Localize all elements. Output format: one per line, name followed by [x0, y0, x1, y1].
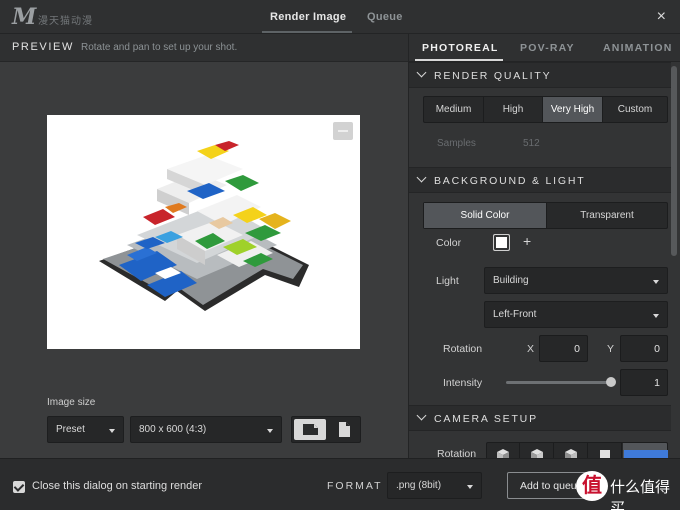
light-dropdown[interactable]: Building [484, 267, 668, 294]
color-swatch[interactable] [493, 234, 510, 251]
quality-medium-button[interactable]: Medium [424, 97, 484, 122]
render-button-edge[interactable] [624, 450, 668, 458]
section-render-quality[interactable]: RENDER QUALITY [409, 62, 671, 88]
solid-color-button[interactable]: Solid Color [424, 203, 547, 228]
watermark-logo: M 漫天猫动漫 [12, 4, 112, 30]
close-on-start-label[interactable]: Close this dialog on starting render [32, 480, 202, 492]
chevron-down-icon [109, 429, 115, 433]
intensity-label: Intensity [443, 377, 483, 389]
active-tab-indicator [415, 59, 503, 61]
preset-value: Preset [56, 424, 85, 435]
intensity-slider-handle[interactable] [606, 377, 616, 387]
settings-panel: PHOTOREAL POV-RAY ANIMATION RENDER QUALI… [408, 34, 680, 466]
add-color-icon[interactable]: + [523, 233, 531, 249]
quality-selector: Medium High Very High Custom [423, 96, 668, 123]
scrollbar-thumb[interactable] [671, 66, 677, 256]
footer-bar: Close this dialog on starting render FOR… [0, 458, 680, 510]
section-title: BACKGROUND & LIGHT [434, 175, 586, 187]
x-label: X [527, 343, 535, 355]
section-camera-setup[interactable]: CAMERA SETUP [409, 405, 671, 431]
tab-photoreal[interactable]: PHOTOREAL [422, 42, 499, 54]
section-title: CAMERA SETUP [434, 413, 538, 425]
chevron-down-icon [267, 429, 273, 433]
active-tab-indicator [262, 31, 352, 33]
render-preview-canvas[interactable] [47, 115, 360, 349]
chevron-down-icon [416, 172, 427, 183]
chevron-down-icon [416, 410, 427, 421]
light-direction-value: Left-Front [493, 309, 537, 320]
section-title: RENDER QUALITY [434, 70, 552, 82]
section-background-light[interactable]: BACKGROUND & LIGHT [409, 167, 671, 193]
tab-render-image[interactable]: Render Image [270, 11, 346, 23]
panel-scrollbar[interactable] [671, 64, 677, 456]
preview-area[interactable]: Image size Preset 800 x 600 (4:3) [0, 62, 408, 458]
format-value: .png (8bit) [396, 480, 442, 491]
landscape-button[interactable] [294, 419, 326, 440]
format-label: FORMAT [327, 480, 383, 492]
chevron-down-icon [416, 67, 427, 78]
title-bar: M 漫天猫动漫 Render Image Queue × [0, 0, 680, 34]
rotation-y-input[interactable]: 0 [620, 335, 668, 362]
samples-label: Samples [437, 138, 476, 149]
resolution-dropdown[interactable]: 800 x 600 (4:3) [130, 416, 282, 443]
portrait-page-icon [339, 422, 350, 437]
close-icon[interactable]: × [657, 8, 666, 26]
preview-toggle-button[interactable] [333, 122, 353, 140]
tab-pov-ray[interactable]: POV-RAY [520, 42, 575, 54]
preset-dropdown[interactable]: Preset [47, 416, 124, 443]
resolution-value: 800 x 600 (4:3) [139, 424, 207, 435]
transparent-button[interactable]: Transparent [547, 203, 667, 228]
chevron-down-icon [653, 280, 659, 284]
portrait-button[interactable] [328, 419, 360, 440]
orientation-toggle [291, 416, 361, 443]
logo-letter: M [12, 4, 37, 30]
chevron-down-icon [653, 314, 659, 318]
light-direction-dropdown[interactable]: Left-Front [484, 301, 668, 328]
quality-very-high-button[interactable]: Very High [543, 97, 603, 122]
light-label: Light [436, 275, 459, 287]
background-selector: Solid Color Transparent [423, 202, 668, 229]
close-on-start-checkbox[interactable] [13, 481, 25, 493]
quality-high-button[interactable]: High [484, 97, 543, 122]
quality-custom-button[interactable]: Custom [603, 97, 667, 122]
format-dropdown[interactable]: .png (8bit) [387, 472, 482, 499]
color-label: Color [436, 237, 462, 249]
preview-hint: Rotate and pan to set up your shot. [81, 42, 238, 53]
preview-header: PREVIEW Rotate and pan to set up your sh… [0, 34, 408, 62]
samples-value: 512 [523, 138, 540, 149]
chevron-down-icon [467, 485, 473, 489]
light-value: Building [493, 275, 529, 286]
tab-queue[interactable]: Queue [367, 11, 403, 23]
landscape-page-icon [303, 424, 318, 435]
rotation-label: Rotation [443, 343, 483, 355]
logo-text: 漫天猫动漫 [38, 16, 93, 27]
lego-model-image [99, 141, 309, 311]
image-size-label: Image size [47, 397, 96, 408]
y-label: Y [607, 343, 615, 355]
watermark-text: 什么值得买 [610, 479, 671, 510]
renderer-tabs: PHOTOREAL POV-RAY ANIMATION [409, 34, 680, 62]
rotation-x-input[interactable]: 0 [539, 335, 588, 362]
intensity-slider[interactable] [506, 381, 613, 384]
intensity-input[interactable]: 1 [620, 369, 668, 396]
preview-title: PREVIEW [12, 41, 74, 53]
watermark-badge: 值 [576, 471, 608, 501]
tab-animation[interactable]: ANIMATION [603, 42, 673, 54]
